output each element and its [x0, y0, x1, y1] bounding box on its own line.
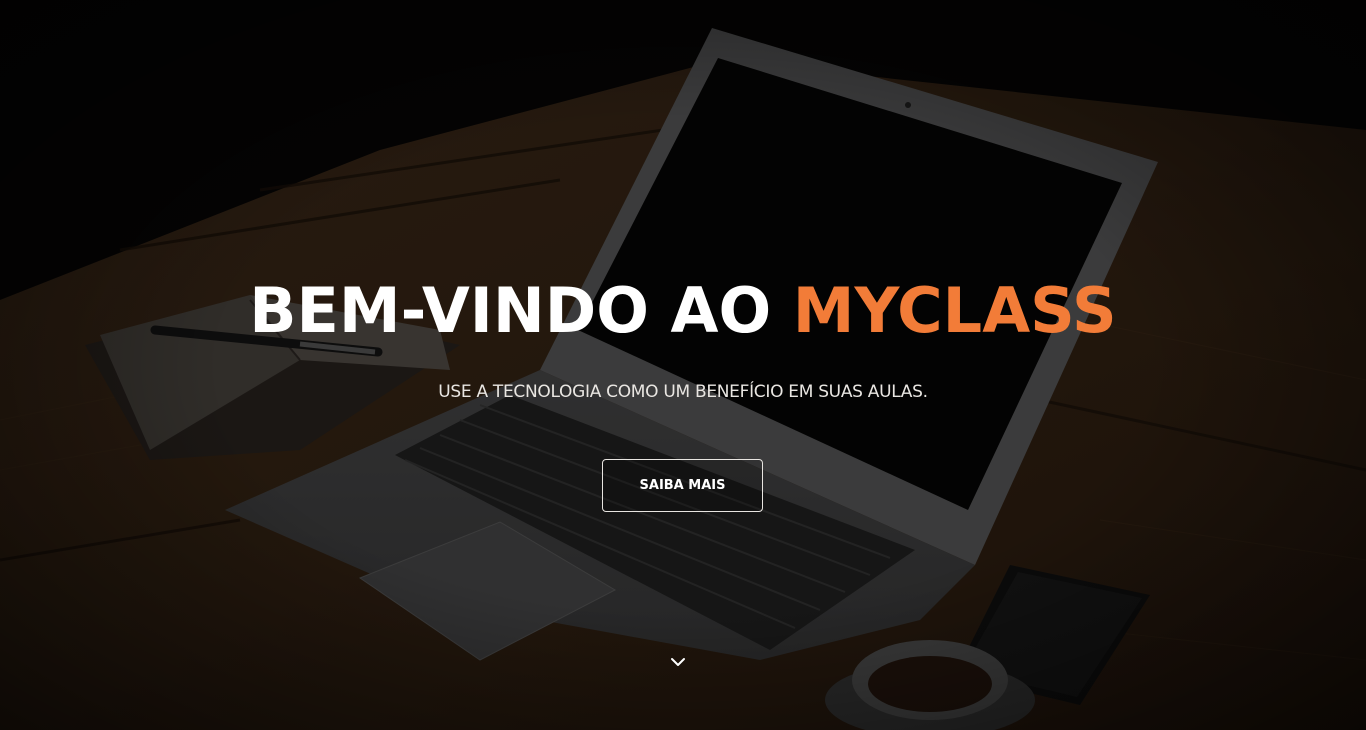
hero-content: BEM-VINDO AO MYCLASS USE A TECNOLOGIA CO…	[0, 0, 1366, 730]
hero-section: BEM-VINDO AO MYCLASS USE A TECNOLOGIA CO…	[0, 0, 1366, 730]
saiba-mais-button[interactable]: SAIBA MAIS	[602, 459, 763, 512]
headline-prefix: BEM-VINDO AO	[249, 274, 793, 347]
hero-headline: BEM-VINDO AO MYCLASS	[0, 271, 1366, 351]
scroll-down-button[interactable]	[668, 655, 688, 671]
hero-subtitle: USE A TECNOLOGIA COMO UM BENEFÍCIO EM SU…	[438, 382, 928, 402]
brand-name: MYCLASS	[792, 274, 1117, 347]
chevron-down-icon	[671, 658, 685, 666]
